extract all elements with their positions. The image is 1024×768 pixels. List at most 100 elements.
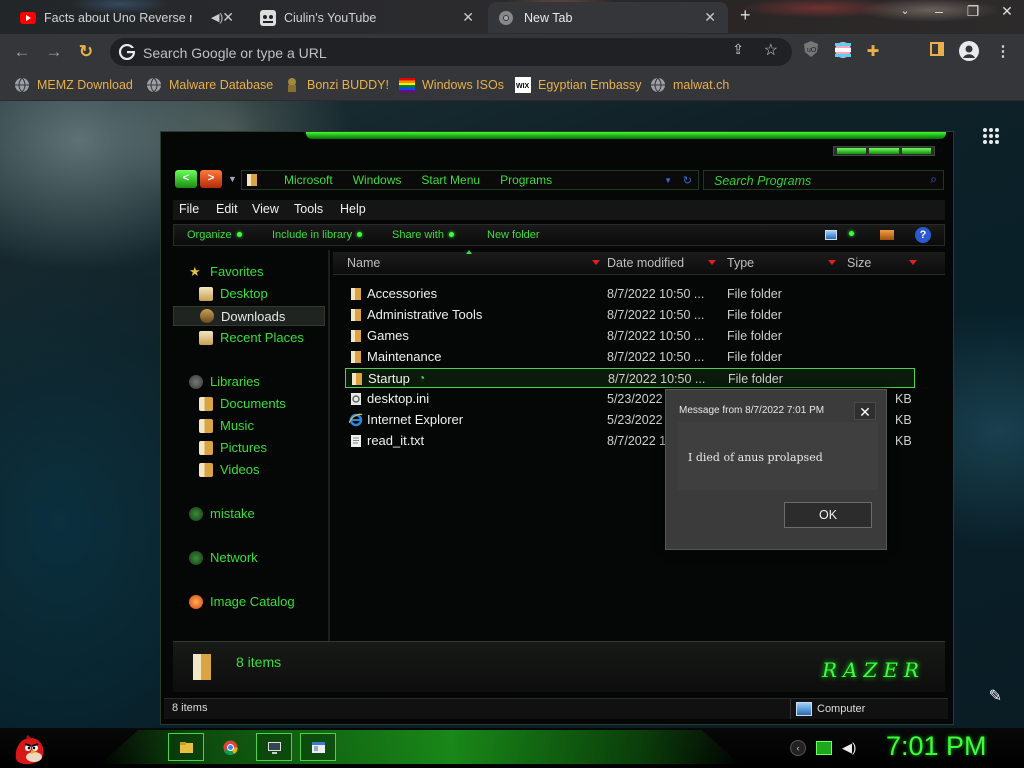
menu-file[interactable]: File xyxy=(179,202,199,216)
bookmark-label: Bonzi BUDDY! xyxy=(307,78,389,92)
battery-icon[interactable] xyxy=(816,741,832,755)
minimize-button[interactable] xyxy=(837,148,867,154)
menu-edit[interactable]: Edit xyxy=(216,202,238,216)
omnibox[interactable]: ⇪ ☆ xyxy=(110,38,792,66)
new-tab-button[interactable]: + xyxy=(740,5,751,26)
menu-tools[interactable]: Tools xyxy=(294,202,323,216)
taskbar-chrome-button[interactable] xyxy=(212,733,248,761)
nav-favorites[interactable]: ★ Favorites xyxy=(189,264,263,279)
breadcrumb-microsoft[interactable]: Microsoft xyxy=(284,173,333,187)
new-folder-button[interactable]: New folder xyxy=(487,229,540,241)
breadcrumb[interactable]: Microsoft Windows Start Menu Programs ▼ … xyxy=(241,170,699,190)
bookmark-egyptian-embassy[interactable]: WIX Egyptian Embassy xyxy=(515,75,642,95)
nav-desktop[interactable]: Desktop xyxy=(199,286,268,301)
extensions-puzzle-icon[interactable]: ✚ xyxy=(862,41,884,63)
include-in-library-button[interactable]: Include in library xyxy=(272,229,363,241)
close-window-button[interactable]: ✕ xyxy=(990,0,1024,28)
nav-recent-places[interactable]: Recent Places xyxy=(199,330,304,345)
nav-documents[interactable]: Documents xyxy=(199,396,286,411)
bookmark-memz[interactable]: MEMZ Download xyxy=(14,75,133,95)
refresh-icon[interactable]: ↻ xyxy=(683,174,692,187)
recent-pages-dropdown[interactable]: ▼ xyxy=(228,174,237,184)
tab-close-icon[interactable]: ✕ xyxy=(462,9,474,26)
organize-button[interactable]: Organize xyxy=(187,229,242,241)
share-icon[interactable]: ⇪ xyxy=(732,41,744,58)
chevron-down-icon[interactable]: ▼ xyxy=(664,176,672,185)
taskbar-explorer-button[interactable] xyxy=(168,733,204,761)
pride-flag-extension-icon[interactable] xyxy=(832,41,854,63)
tab-new-tab[interactable]: New Tab ✕ xyxy=(488,2,728,33)
nav-music[interactable]: Music xyxy=(199,418,254,433)
forward-arrow-button[interactable]: > xyxy=(200,170,222,188)
column-date-modified[interactable]: Date modified xyxy=(607,256,716,270)
breadcrumb-programs[interactable]: Programs xyxy=(500,173,552,187)
forward-button[interactable]: → xyxy=(44,42,64,62)
file-row-startup[interactable]: Startup ◔ 8/7/2022 10:50 ... File folder xyxy=(345,368,915,388)
share-with-button[interactable]: Share with xyxy=(392,229,454,241)
customize-pencil-icon[interactable]: ✎ xyxy=(989,686,1002,706)
menu-kebab-icon[interactable]: ⋮ xyxy=(992,41,1014,63)
google-apps-icon[interactable] xyxy=(982,127,1000,145)
nav-libraries[interactable]: Libraries xyxy=(189,374,260,389)
back-arrow-button[interactable]: < xyxy=(175,170,197,188)
nav-network[interactable]: Network xyxy=(189,550,258,565)
search-box[interactable]: ⌕ xyxy=(703,170,944,190)
tab-search-icon[interactable]: ⌄ xyxy=(888,0,922,28)
search-input[interactable] xyxy=(712,172,916,190)
close-button[interactable] xyxy=(901,148,931,154)
ublock-extension-icon[interactable]: uO xyxy=(800,41,822,63)
bookmark-bonzi-buddy[interactable]: Bonzi BUDDY! xyxy=(284,75,389,95)
restore-button[interactable]: ❐ xyxy=(956,0,990,28)
omnibox-input[interactable] xyxy=(141,42,725,64)
bookmark-star-icon[interactable]: ☆ xyxy=(764,40,778,60)
ok-button[interactable]: OK xyxy=(784,502,872,528)
menu-help[interactable]: Help xyxy=(340,202,366,216)
nav-videos[interactable]: Videos xyxy=(199,462,260,477)
column-dropdown-icon[interactable] xyxy=(828,260,836,265)
nav-downloads[interactable]: Downloads xyxy=(173,306,325,326)
breadcrumb-windows[interactable]: Windows xyxy=(353,173,402,187)
nav-homegroup[interactable]: mistake xyxy=(189,506,255,521)
view-options-icon[interactable] xyxy=(825,230,837,240)
bookmark-malware-database[interactable]: Malware Database xyxy=(146,75,273,95)
profile-avatar[interactable] xyxy=(958,41,980,63)
tab-uno-reverse[interactable]: Facts about Uno Reverse m ◀) ✕ xyxy=(10,2,246,33)
tab-close-icon[interactable]: ✕ xyxy=(704,9,716,26)
maximize-button[interactable] xyxy=(869,148,899,154)
column-dropdown-icon[interactable] xyxy=(592,260,600,265)
folder-icon xyxy=(351,351,361,363)
column-dropdown-icon[interactable] xyxy=(708,260,716,265)
taskbar-clock[interactable]: 7:01 PM xyxy=(886,731,987,762)
back-button[interactable]: ← xyxy=(12,42,32,62)
column-name[interactable]: Name xyxy=(347,256,600,270)
taskbar-network-monitor-button[interactable] xyxy=(256,733,292,761)
tab-ciulin-youtube[interactable]: Ciulin's YouTube ✕ xyxy=(250,2,486,33)
nav-pictures[interactable]: Pictures xyxy=(199,440,267,455)
bookmark-malwatch[interactable]: malwat.ch xyxy=(650,75,729,95)
preview-pane-icon[interactable] xyxy=(880,230,894,240)
file-row-maintenance[interactable]: Maintenance 8/7/2022 10:50 ... File fold… xyxy=(345,347,915,367)
breadcrumb-start-menu[interactable]: Start Menu xyxy=(421,173,480,187)
dialog-close-button[interactable]: ✕ xyxy=(854,402,876,420)
view-dropdown-dot-icon[interactable] xyxy=(849,231,854,236)
minimize-button[interactable]: – xyxy=(922,0,956,28)
column-size[interactable]: Size xyxy=(847,256,917,270)
tab-close-icon[interactable]: ✕ xyxy=(222,9,234,26)
column-dropdown-icon[interactable] xyxy=(909,260,917,265)
start-button-angry-bird-icon[interactable] xyxy=(10,729,48,767)
help-icon[interactable]: ? xyxy=(915,227,931,243)
side-panel-icon[interactable] xyxy=(926,41,948,63)
taskbar-window-button[interactable] xyxy=(300,733,336,761)
pane-divider[interactable] xyxy=(328,250,330,642)
menu-view[interactable]: View xyxy=(252,202,279,216)
file-row-games[interactable]: Games 8/7/2022 10:50 ... File folder xyxy=(345,326,915,346)
back-icon[interactable]: ‹ xyxy=(790,740,806,756)
reload-button[interactable]: ↻ xyxy=(76,42,96,62)
column-type[interactable]: Type xyxy=(727,256,836,270)
file-row-administrative-tools[interactable]: Administrative Tools 8/7/2022 10:50 ... … xyxy=(345,305,915,325)
file-row-accessories[interactable]: Accessories 8/7/2022 10:50 ... File fold… xyxy=(345,284,915,304)
search-icon[interactable]: ⌕ xyxy=(930,172,937,187)
bookmark-windows-isos[interactable]: Windows ISOs xyxy=(399,75,504,95)
volume-icon[interactable]: ◀) xyxy=(842,740,856,756)
nav-image-catalog[interactable]: Image Catalog xyxy=(189,594,295,609)
